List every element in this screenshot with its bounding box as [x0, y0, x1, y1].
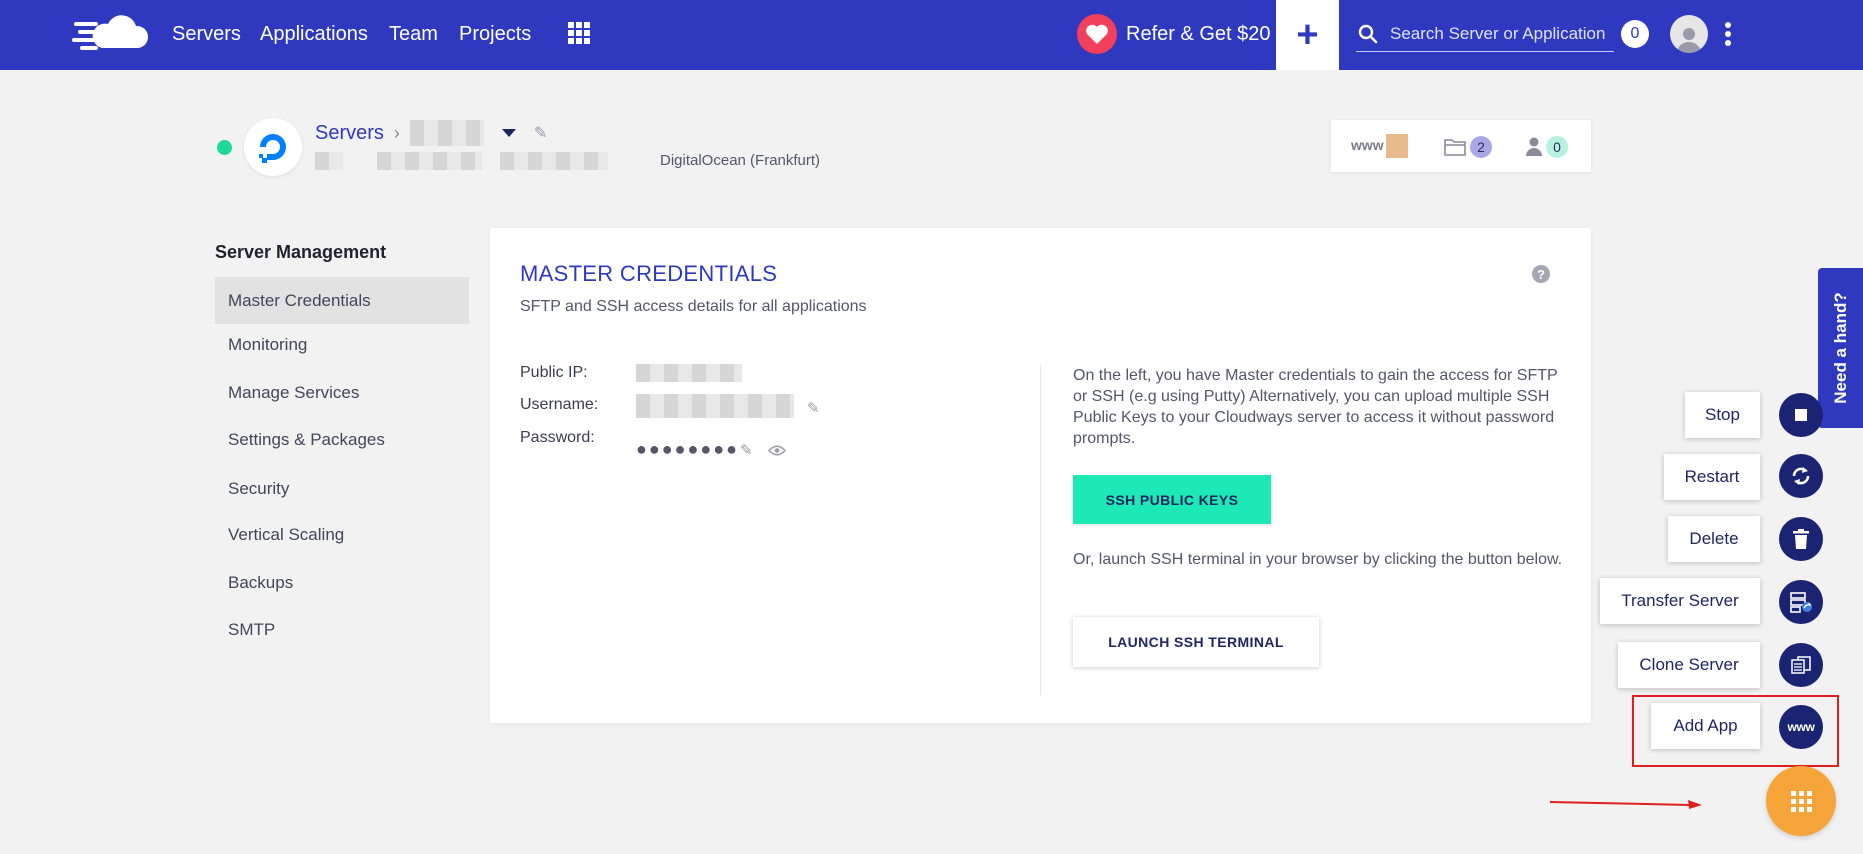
sidebar-item-settings-packages[interactable]: Settings & Packages — [215, 416, 469, 463]
trash-icon[interactable] — [1779, 517, 1823, 561]
card-subtitle: SFTP and SSH access details for all appl… — [520, 298, 867, 315]
card-title: MASTER CREDENTIALS — [520, 261, 778, 286]
username-label: Username: — [520, 396, 599, 413]
nav-projects[interactable]: Projects — [459, 23, 531, 46]
www-label: www — [1351, 137, 1384, 153]
eye-icon[interactable] — [768, 445, 786, 456]
breadcrumb: Servers › ✎ — [315, 120, 547, 146]
folder-icon — [1444, 139, 1466, 156]
breadcrumb-servers[interactable]: Servers — [315, 122, 384, 145]
password-value: ●●●●●●●● — [636, 439, 739, 459]
top-navbar: Servers Applications Team Projects Refer… — [0, 0, 1863, 70]
nav-applications[interactable]: Applications — [260, 23, 368, 46]
help-icon[interactable]: ? — [1532, 265, 1550, 283]
app-thumbnail[interactable] — [1386, 134, 1408, 158]
sidebar-item-security[interactable]: Security — [215, 465, 469, 512]
user-icon — [1677, 28, 1701, 53]
apps-grid-icon[interactable] — [568, 22, 590, 44]
delete-button[interactable]: Delete — [1668, 516, 1760, 562]
ssh-public-keys-button[interactable]: SSH PUBLIC KEYS — [1073, 475, 1271, 524]
server-details-redacted — [315, 152, 608, 175]
search-input[interactable] — [1390, 20, 1614, 48]
chevron-right-icon: › — [393, 122, 400, 143]
stop-button[interactable]: Stop — [1685, 392, 1760, 438]
server-actions-fab[interactable] — [1766, 766, 1836, 836]
add-button[interactable]: + — [1276, 0, 1339, 70]
server-stats-card: www 2 0 — [1331, 120, 1591, 172]
sidebar-item-master-credentials[interactable]: Master Credentials — [215, 277, 469, 324]
user-avatar[interactable] — [1670, 15, 1708, 53]
edit-server-name-icon[interactable]: ✎ — [534, 123, 547, 143]
more-menu-icon[interactable] — [1724, 22, 1732, 46]
notification-badge[interactable]: 0 — [1621, 20, 1649, 48]
master-credentials-card: MASTER CREDENTIALS SFTP and SSH access d… — [490, 228, 1591, 723]
credentials-info-text: On the left, you have Master credentials… — [1073, 367, 1558, 447]
highlight-box — [1632, 695, 1839, 767]
public-ip-label: Public IP: — [520, 364, 588, 381]
search-icon — [1358, 24, 1378, 44]
restart-icon[interactable] — [1779, 454, 1823, 498]
refer-link[interactable]: Refer & Get $20 — [1077, 14, 1271, 54]
grid-icon — [1790, 790, 1812, 812]
transfer-server-button[interactable]: Transfer Server — [1600, 578, 1760, 624]
server-status-dot — [217, 140, 232, 155]
edit-password-icon[interactable]: ✎ — [740, 441, 753, 459]
restart-button[interactable]: Restart — [1664, 454, 1760, 500]
need-a-hand-label: Need a hand? — [1830, 292, 1850, 404]
server-name-redacted — [409, 120, 484, 146]
sidebar-item-monitoring[interactable]: Monitoring — [215, 321, 469, 368]
stop-icon[interactable] — [1779, 393, 1823, 437]
server-provider: DigitalOcean (Frankfurt) — [660, 152, 821, 169]
sidebar-title: Server Management — [215, 242, 387, 262]
cloudways-logo[interactable] — [72, 14, 150, 54]
clone-server-button[interactable]: Clone Server — [1618, 642, 1760, 688]
launch-ssh-terminal-button[interactable]: LAUNCH SSH TERMINAL — [1073, 617, 1319, 667]
edit-username-icon[interactable]: ✎ — [807, 399, 820, 417]
sidebar-item-vertical-scaling[interactable]: Vertical Scaling — [215, 511, 469, 558]
clone-server-icon[interactable] — [1779, 643, 1823, 687]
plus-icon: + — [1296, 13, 1319, 56]
nav-servers[interactable]: Servers — [172, 23, 241, 46]
heart-icon — [1077, 14, 1117, 54]
launch-terminal-text: Or, launch SSH terminal in your browser … — [1073, 551, 1563, 568]
digitalocean-logo — [244, 118, 302, 176]
password-label: Password: — [520, 429, 595, 446]
annotation-arrow — [1549, 800, 1702, 809]
need-a-hand-tab[interactable]: Need a hand? — [1818, 268, 1863, 428]
username-value-redacted — [636, 394, 794, 418]
column-divider — [1040, 365, 1041, 695]
sidebar-item-smtp[interactable]: SMTP — [215, 606, 469, 653]
search-box — [1356, 18, 1614, 52]
chevron-down-icon[interactable] — [501, 129, 516, 137]
transfer-server-icon[interactable] — [1779, 580, 1823, 624]
folders-count-badge[interactable]: 2 — [1470, 136, 1492, 158]
nav-team[interactable]: Team — [389, 23, 438, 46]
sidebar-item-backups[interactable]: Backups — [215, 559, 469, 606]
team-count-badge[interactable]: 0 — [1546, 136, 1568, 158]
sidebar-item-manage-services[interactable]: Manage Services — [215, 369, 469, 416]
team-member-icon — [1526, 137, 1542, 156]
refer-label: Refer & Get $20 — [1126, 22, 1271, 45]
public-ip-value-redacted — [636, 364, 742, 382]
